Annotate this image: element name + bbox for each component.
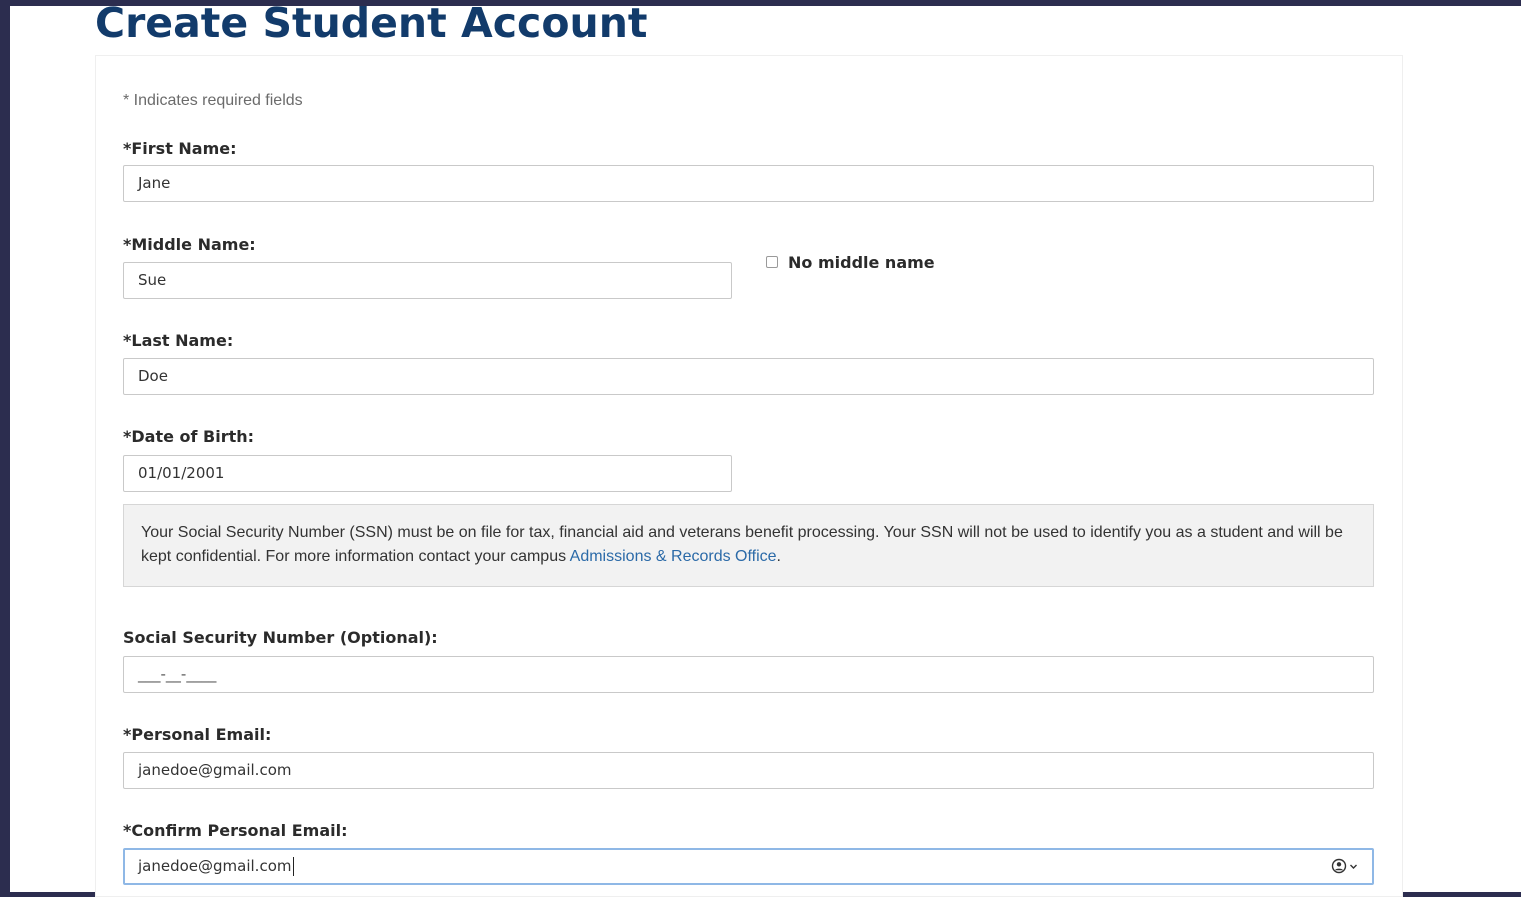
confirm-email-value: janedoe@gmail.com [138,857,292,875]
last-name-input[interactable]: Doe [123,358,1374,395]
ssn-info-suffix: . [776,548,781,565]
personal-email-label: *Personal Email: [123,725,272,744]
autofill-button[interactable] [1331,858,1358,874]
last-name-label: *Last Name: [123,331,234,350]
ssn-mask: ___-__-____ [138,665,217,683]
first-name-label: *First Name: [123,139,237,158]
middle-name-input[interactable]: Sue [123,262,732,299]
dob-label: *Date of Birth: [123,427,255,446]
first-name-value: Jane [138,174,171,192]
ssn-info-box: Your Social Security Number (SSN) must b… [123,504,1374,587]
confirm-email-input[interactable]: janedoe@gmail.com [123,848,1374,885]
required-fields-note: * Indicates required fields [123,92,303,109]
confirm-email-label: *Confirm Personal Email: [123,821,348,840]
no-middle-name-label[interactable]: No middle name [788,253,935,272]
middle-name-value: Sue [138,271,167,289]
page-title: Create Student Account [95,0,648,47]
last-name-value: Doe [138,367,168,385]
text-caret [292,857,294,876]
personal-email-value: janedoe@gmail.com [138,761,292,779]
contact-autofill-icon [1331,858,1347,874]
no-middle-name-option[interactable]: No middle name [766,252,935,272]
middle-name-label: *Middle Name: [123,235,256,254]
ssn-label: Social Security Number (Optional): [123,628,438,647]
dob-value: 01/01/2001 [138,464,225,482]
dob-input[interactable]: 01/01/2001 [123,455,732,492]
ssn-input[interactable]: ___-__-____ [123,656,1374,693]
first-name-input[interactable]: Jane [123,165,1374,202]
no-middle-name-checkbox[interactable] [766,256,778,268]
admissions-records-link[interactable]: Admissions & Records Office [570,548,777,565]
chevron-down-icon [1350,864,1357,869]
personal-email-input[interactable]: janedoe@gmail.com [123,752,1374,789]
